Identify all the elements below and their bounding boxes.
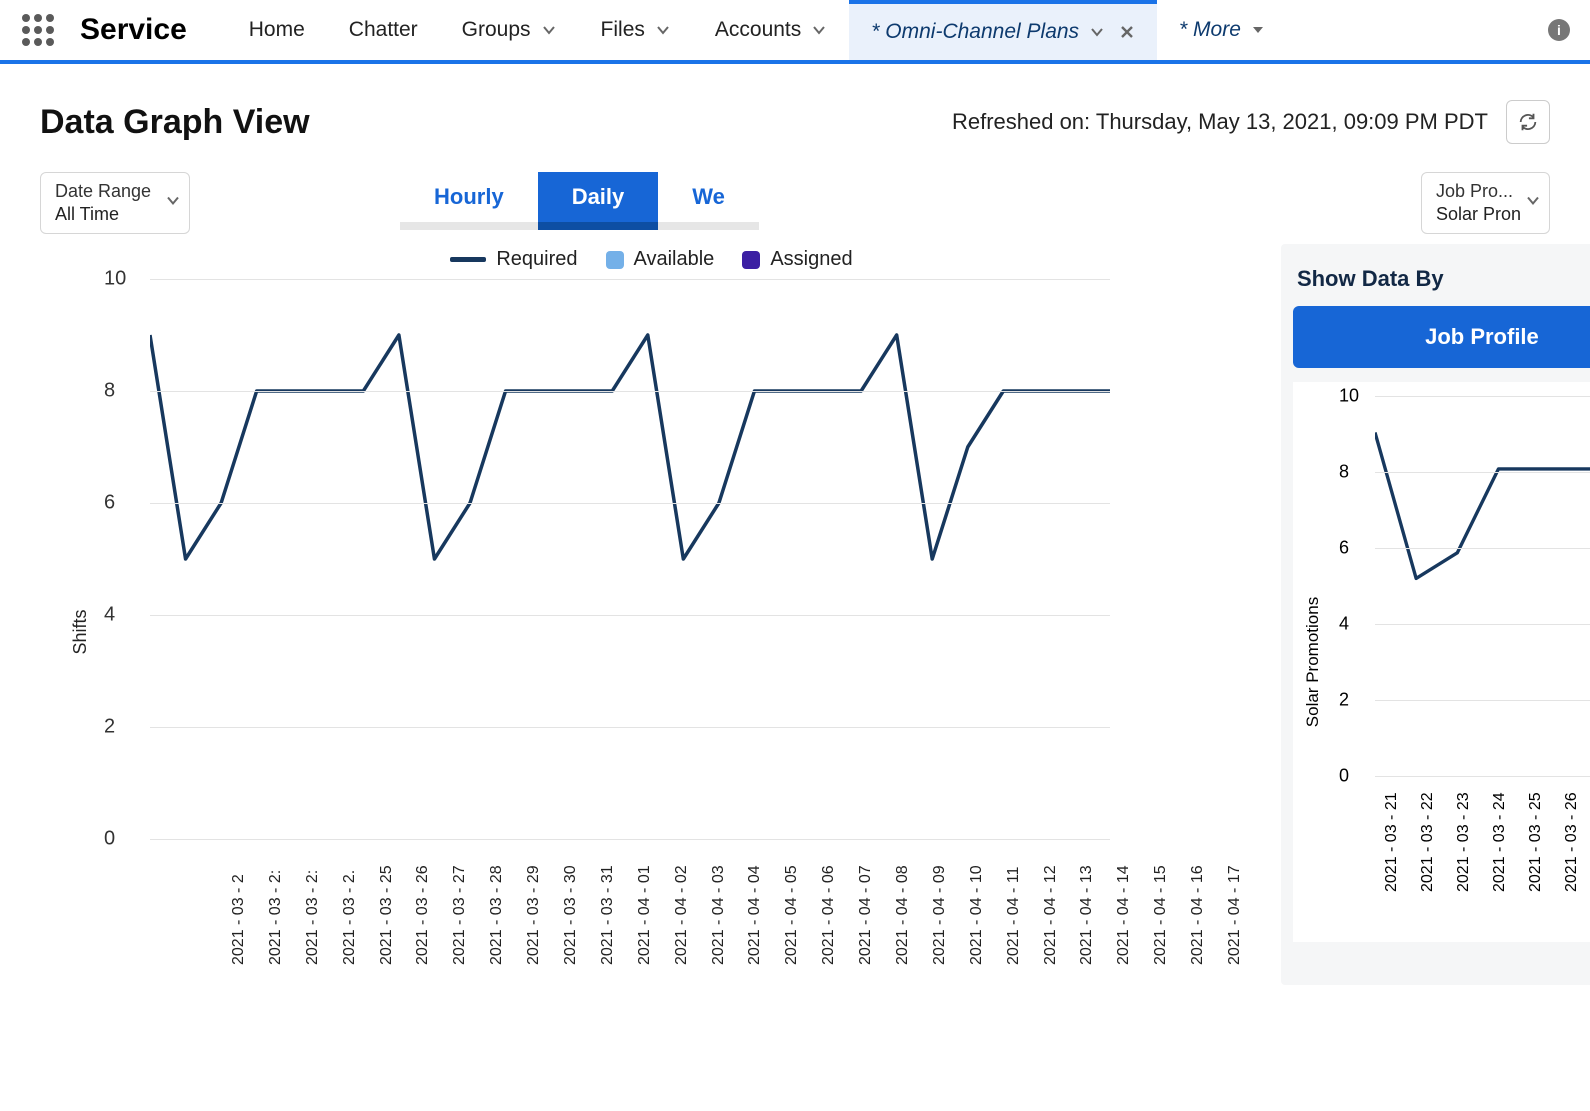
x-tick: 2021 - 03 - 24 — [1483, 782, 1519, 912]
nav-accounts[interactable]: Accounts — [693, 0, 849, 60]
granularity-segment: Hourly Daily We — [400, 172, 759, 230]
app-launcher-icon[interactable] — [22, 14, 58, 46]
page-title: Data Graph View — [40, 103, 310, 142]
legend-required: Required — [450, 248, 577, 271]
picker-value: All Time — [55, 204, 161, 225]
mini-x-axis-ticks: 2021 - 03 - 212021 - 03 - 222021 - 03 - … — [1375, 782, 1590, 912]
nav-label: * More — [1179, 18, 1241, 42]
refreshed-text: Refreshed on: Thursday, May 13, 2021, 09… — [952, 109, 1488, 135]
chevron-down-icon[interactable] — [655, 22, 671, 38]
mini-chart: Solar Promotions 0246810 2021 - 03 - 212… — [1293, 382, 1590, 942]
chevron-down-icon — [165, 193, 181, 214]
x-tick: 2021 - 03 - 21 — [1375, 782, 1411, 912]
nav-more[interactable]: * More — [1157, 0, 1287, 60]
nav-tabs: Home Chatter Groups Files Accounts * Omn… — [227, 0, 1287, 60]
nav-home[interactable]: Home — [227, 0, 327, 60]
y-tick: 10 — [104, 268, 126, 291]
y-tick: 6 — [1339, 538, 1349, 559]
nav-files[interactable]: Files — [579, 0, 693, 60]
sidebar-panel: Show Data By Job Profile Solar Promotion… — [1281, 244, 1590, 985]
x-tick: 2021 - 03 - 22 — [1411, 782, 1447, 912]
nav-omni-channel-plans[interactable]: * Omni-Channel Plans — [849, 0, 1157, 60]
legend-label: Assigned — [770, 248, 852, 271]
segment-daily[interactable]: Daily — [538, 172, 659, 230]
legend-available: Available — [606, 248, 715, 271]
legend-swatch — [606, 251, 624, 269]
y-tick: 0 — [104, 828, 115, 851]
job-profile-button[interactable]: Job Profile — [1293, 306, 1590, 368]
nav-label: Groups — [462, 18, 531, 42]
chevron-down-icon — [1525, 193, 1541, 214]
legend-swatch — [450, 257, 486, 262]
y-tick: 2 — [104, 716, 115, 739]
caret-down-icon[interactable] — [1251, 23, 1265, 37]
chart-legend: Required Available Assigned — [40, 248, 1263, 271]
legend-label: Available — [634, 248, 715, 271]
y-tick: 0 — [1339, 766, 1349, 787]
refreshed-value: Thursday, May 13, 2021, 09:09 PM PDT — [1096, 109, 1488, 134]
segment-hourly[interactable]: Hourly — [400, 172, 538, 222]
y-tick: 2 — [1339, 690, 1349, 711]
y-tick: 8 — [1339, 462, 1349, 483]
y-tick: 8 — [104, 380, 115, 403]
top-nav: Service Home Chatter Groups Files Accoun… — [0, 0, 1590, 64]
main-chart: Shifts 0246810 2021 - 03 - 22021 - 03 - … — [40, 279, 1263, 985]
info-icon[interactable]: i — [1548, 19, 1570, 41]
chevron-down-icon[interactable] — [1089, 24, 1105, 40]
legend-swatch — [742, 251, 760, 269]
nav-label: Accounts — [715, 18, 801, 42]
nav-label: * Omni-Channel Plans — [871, 20, 1079, 44]
mini-y-axis-label: Solar Promotions — [1293, 382, 1333, 942]
chevron-down-icon[interactable] — [811, 22, 827, 38]
chevron-down-icon[interactable] — [541, 22, 557, 38]
nav-label: Home — [249, 18, 305, 42]
x-axis-ticks: 2021 - 03 - 22021 - 03 - 2:2021 - 03 - 2… — [230, 845, 1263, 985]
nav-label: Chatter — [349, 18, 418, 42]
legend-label: Required — [496, 248, 577, 271]
x-tick: 2021 - 03 - 25 — [1519, 782, 1555, 912]
refresh-button[interactable] — [1506, 100, 1550, 144]
app-name: Service — [80, 13, 187, 47]
picker-value: Solar Pron — [1436, 204, 1521, 225]
y-tick: 4 — [1339, 614, 1349, 635]
refreshed-prefix: Refreshed on: — [952, 109, 1096, 134]
sidebar-title: Show Data By — [1297, 266, 1590, 292]
date-range-picker[interactable]: Date Range All Time — [40, 172, 190, 234]
y-axis-label: Shifts — [70, 609, 91, 654]
x-tick: 2021 - 03 - 23 — [1447, 782, 1483, 912]
job-profile-picker[interactable]: Job Pro... Solar Pron — [1421, 172, 1550, 234]
x-tick: 2021 - 03 - 26 — [1555, 782, 1590, 912]
picker-label: Date Range — [55, 181, 161, 202]
nav-groups[interactable]: Groups — [440, 0, 579, 60]
y-tick: 4 — [104, 604, 115, 627]
close-icon[interactable] — [1119, 24, 1135, 40]
y-tick: 10 — [1339, 386, 1359, 407]
refresh-icon — [1517, 111, 1539, 133]
segment-weekly[interactable]: We — [658, 172, 759, 222]
nav-label: Files — [601, 18, 645, 42]
legend-assigned: Assigned — [742, 248, 852, 271]
y-tick: 6 — [104, 492, 115, 515]
page-header: Data Graph View Refreshed on: Thursday, … — [40, 100, 1550, 144]
nav-chatter[interactable]: Chatter — [327, 0, 440, 60]
picker-label: Job Pro... — [1436, 181, 1521, 202]
